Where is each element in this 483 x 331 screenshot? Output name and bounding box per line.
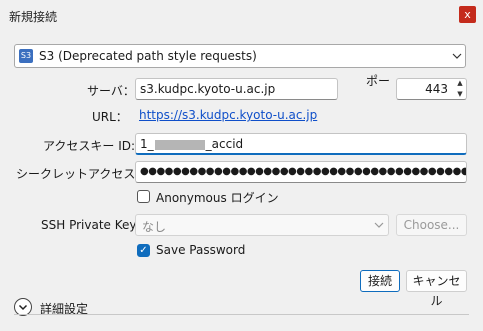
- cancel-button[interactable]: キャンセル: [406, 270, 467, 308]
- title-bar: 新規接続 x: [0, 0, 483, 30]
- access-key-prefix: 1_: [140, 137, 154, 151]
- url-label: URL：: [92, 110, 128, 124]
- protocol-dropdown[interactable]: S3 S3 (Deprecated path style requests): [14, 44, 466, 68]
- protocol-selected-value: S3 (Deprecated path style requests): [39, 49, 257, 63]
- close-button[interactable]: x: [459, 6, 476, 23]
- port-up-icon[interactable]: ▲: [454, 78, 466, 88]
- window-title: 新規接続: [9, 10, 58, 24]
- secret-key-input[interactable]: ●●●●●●●●●●●●●●●●●●●●●●●●●●●●●●●●●●●●●●●●: [135, 161, 467, 183]
- ssh-key-label: SSH Private Key:: [41, 218, 140, 232]
- s3-protocol-icon: S3: [19, 49, 33, 63]
- connect-button[interactable]: 接続: [360, 270, 400, 292]
- ssh-key-select[interactable]: なし: [135, 214, 389, 236]
- port-label: ポー: [366, 74, 391, 88]
- chevron-down-icon: [374, 222, 384, 228]
- access-key-label: アクセスキー ID:: [43, 139, 136, 153]
- redacted-block: [154, 139, 205, 150]
- chevron-down-icon: [18, 304, 28, 311]
- server-input[interactable]: s3.kudpc.kyoto-u.ac.jp: [135, 78, 338, 100]
- access-key-input[interactable]: 1_ _accid: [135, 133, 467, 155]
- chevron-down-icon: [452, 53, 462, 59]
- port-spinner[interactable]: ▲ ▼: [454, 78, 466, 100]
- save-password-checkbox[interactable]: ✓: [137, 244, 150, 257]
- port-down-icon[interactable]: ▼: [454, 89, 466, 99]
- url-link[interactable]: https://s3.kudpc.kyoto-u.ac.jp: [139, 108, 317, 122]
- choose-key-button[interactable]: Choose...: [396, 214, 467, 236]
- server-label: サーバ：: [87, 84, 135, 98]
- save-password-label: Save Password: [156, 243, 246, 257]
- ssh-key-value: なし: [142, 220, 167, 234]
- anonymous-checkbox[interactable]: [137, 190, 150, 203]
- divider: [14, 314, 469, 315]
- anonymous-label: Anonymous ログイン: [156, 191, 279, 205]
- access-key-suffix: _accid: [205, 137, 244, 151]
